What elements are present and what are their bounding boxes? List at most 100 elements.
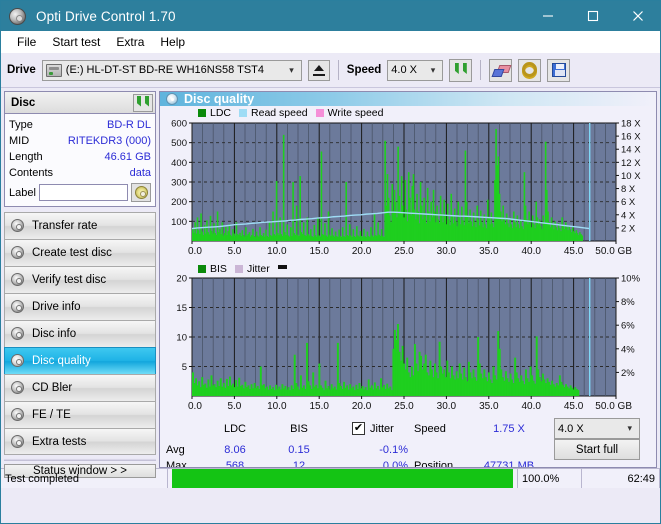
svg-text:8%: 8% — [621, 297, 635, 308]
maximize-icon[interactable] — [570, 1, 615, 31]
start-full-button[interactable]: Start full — [554, 439, 640, 460]
stats-avg-ldc: 8.06 — [224, 443, 246, 456]
speed-select-value: 4.0 X — [391, 64, 417, 76]
sidebar-item-cd-bler[interactable]: CD Bler — [4, 374, 156, 401]
legend-swatch-read-speed — [239, 109, 248, 117]
chevron-down-icon: ▾ — [289, 64, 294, 75]
svg-text:45.0: 45.0 — [564, 401, 584, 412]
stats-grid: LDC BIS ✔ Jitter Speed 1.75 X 4.0 X ▾ Av… — [160, 416, 656, 468]
svg-text:2%: 2% — [621, 368, 635, 379]
bis-chart-svg: 5 10 15 20 2% 4% 6% 8% 10% 0.0 5.0 10.0 15.0 20.0 25.0… — [176, 274, 641, 412]
svg-text:16 X: 16 X — [621, 132, 641, 143]
charts-area: LDC Read speed Write speed 100 200 300 400 5… — [160, 106, 656, 416]
drive-select[interactable]: (E:) HL-DT-ST BD-RE WH16NS58 TST4 ▾ — [41, 59, 302, 81]
stats-row-max-label: Max — [166, 460, 187, 468]
drive-icon — [45, 63, 62, 77]
sidebar-item-label: FE / TE — [32, 409, 71, 421]
eject-button[interactable] — [307, 59, 330, 81]
sidebar-item-label: Disc info — [32, 328, 77, 340]
chevron-down-icon: ▾ — [627, 423, 632, 433]
sidebar-item-create-test-disc[interactable]: Create test disc — [4, 239, 156, 266]
svg-text:5.0: 5.0 — [227, 401, 241, 412]
svg-text:40.0: 40.0 — [521, 401, 541, 412]
eject-icon — [312, 64, 325, 76]
menu-bar: File Start test Extra Help — [1, 31, 660, 53]
menu-start-test[interactable]: Start test — [44, 33, 108, 51]
save-icon — [551, 63, 566, 77]
stats-max-ldc: 568 — [225, 460, 245, 468]
disc-type-value: BD-R DL — [106, 119, 151, 131]
title-bar: Opti Drive Control 1.70 — [1, 1, 660, 31]
stats-header-ldc: LDC — [223, 422, 246, 435]
svg-text:2 X: 2 X — [621, 223, 636, 234]
close-icon[interactable] — [615, 1, 660, 31]
disc-row-contents: Contents data — [9, 165, 151, 181]
status-message: Test completed — [1, 469, 168, 488]
disc-icon — [11, 381, 25, 395]
sidebar-item-verify-test-disc[interactable]: Verify test disc — [4, 266, 156, 293]
svg-text:40.0: 40.0 — [521, 246, 541, 257]
refresh-button[interactable] — [449, 58, 473, 82]
chevron-down-icon: ▾ — [430, 64, 436, 75]
minimize-icon[interactable] — [525, 1, 570, 31]
window-title: Opti Drive Control 1.70 — [36, 8, 176, 24]
position-value: 47731 MB — [483, 460, 535, 468]
sidebar-item-fe-te[interactable]: FE / TE — [4, 401, 156, 428]
menu-file[interactable]: File — [9, 33, 44, 51]
sidebar-spacer — [4, 455, 156, 461]
application-window: Opti Drive Control 1.70 File Start test … — [0, 0, 661, 524]
svg-text:14 X: 14 X — [621, 145, 641, 156]
svg-text:15.0: 15.0 — [309, 401, 329, 412]
svg-text:15.0: 15.0 — [309, 246, 329, 257]
sidebar-item-label: Disc quality — [32, 355, 91, 367]
sidebar-item-transfer-rate[interactable]: Transfer rate — [4, 212, 156, 239]
speed-select[interactable]: 4.0 X ▾ — [387, 59, 444, 81]
save-button[interactable] — [547, 58, 571, 82]
svg-text:50.0 GB: 50.0 GB — [595, 246, 632, 257]
svg-text:25.0: 25.0 — [394, 401, 414, 412]
jitter-checkbox[interactable]: ✔ — [352, 422, 365, 435]
stats-jitter-max: 0.0% — [382, 460, 408, 468]
svg-text:50.0 GB: 50.0 GB — [595, 401, 632, 412]
chain-icon — [522, 61, 538, 79]
legend-swatch-jitter — [234, 265, 243, 273]
tools-button[interactable] — [518, 58, 542, 82]
result-speed-select[interactable]: 4.0 X ▾ — [554, 418, 640, 439]
disc-label-button[interactable] — [131, 183, 151, 202]
progress-percent: 100.0% — [518, 469, 582, 488]
disc-refresh-button[interactable] — [133, 93, 153, 112]
progress-fill — [172, 469, 513, 488]
sidebar-item-disc-info[interactable]: Disc info — [4, 320, 156, 347]
jitter-marker-icon — [277, 264, 287, 269]
svg-text:10%: 10% — [621, 274, 641, 285]
erase-button[interactable] — [489, 58, 513, 82]
sidebar-item-disc-quality[interactable]: Disc quality — [4, 347, 156, 374]
stats-avg-bis: 0.15 — [288, 443, 310, 456]
panel-title: Disc quality — [184, 92, 255, 106]
speed-stat-value: 1.75 X — [493, 422, 525, 435]
sidebar-item-extra-tests[interactable]: Extra tests — [4, 428, 156, 455]
svg-text:5.0: 5.0 — [227, 246, 241, 257]
disc-icon — [11, 273, 25, 287]
disc-icon — [11, 300, 25, 314]
disc-icon — [11, 354, 25, 368]
bis-legend: BIS Jitter — [162, 261, 654, 275]
legend-swatch-bis — [198, 265, 206, 273]
disc-type-label: Type — [9, 119, 33, 131]
svg-text:4 X: 4 X — [621, 210, 636, 221]
jitter-checkbox-group[interactable]: ✔ Jitter — [352, 422, 414, 435]
svg-text:18 X: 18 X — [621, 119, 641, 130]
sidebar-item-drive-info[interactable]: Drive info — [4, 293, 156, 320]
elapsed-time: 62:49 — [582, 469, 660, 488]
svg-text:35.0: 35.0 — [479, 401, 499, 412]
sidebar-item-label: Extra tests — [32, 435, 87, 448]
stats-row-avg-label: Avg — [166, 443, 185, 456]
menu-help[interactable]: Help — [152, 33, 193, 51]
stats-max-bis: 12 — [292, 460, 306, 468]
bis-chart: 5 10 15 20 2% 4% 6% 8% 10% 0.0 5.0 10.0 15.0 20.0 25.0… — [162, 274, 654, 416]
menu-extra[interactable]: Extra — [108, 33, 152, 51]
svg-text:0.0: 0.0 — [188, 401, 202, 412]
disc-label-input[interactable] — [38, 184, 128, 201]
disc-info-title: Disc — [11, 96, 36, 109]
cd-icon — [134, 186, 148, 199]
